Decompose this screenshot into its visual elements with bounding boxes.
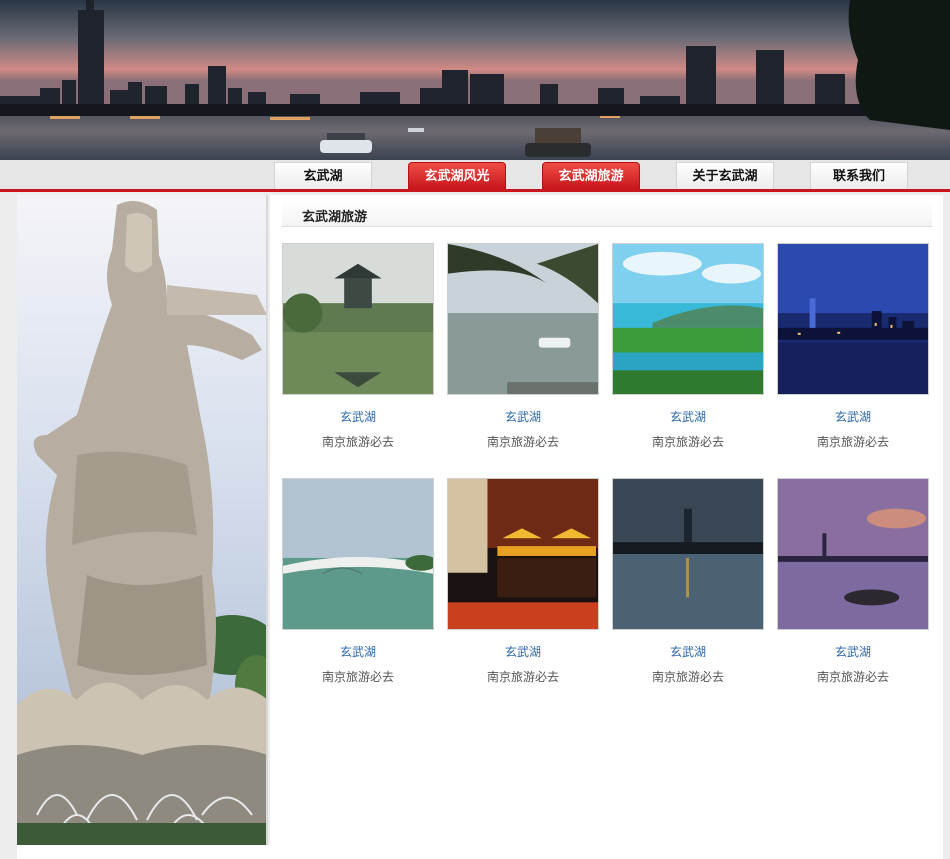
section-title: 玄武湖旅游 (302, 210, 368, 225)
side-statue-image (17, 195, 268, 845)
card-subtitle: 南京旅游必去 (321, 670, 394, 684)
card-title[interactable]: 玄武湖 (447, 643, 599, 660)
gallery-card[interactable]: 玄武湖 南京旅游必去 (612, 478, 764, 685)
card-title[interactable]: 玄武湖 (282, 408, 434, 425)
green-island-thumbnail[interactable] (612, 243, 764, 395)
dusk-lake-thumbnail[interactable] (612, 478, 764, 630)
nav-item-scenery[interactable]: 玄武湖风光 (408, 162, 506, 189)
nav-item-travel[interactable]: 玄武湖旅游 (542, 162, 640, 189)
pavilion-lake-thumbnail[interactable] (282, 243, 434, 395)
card-subtitle: 南京旅游必去 (816, 670, 889, 684)
footer-strip (17, 845, 943, 859)
main-content: 玄武湖旅游 玄武湖 南京旅游必去 玄武湖 南京旅游必去 玄武湖 南京旅游必去 玄… (270, 195, 943, 845)
header-banner (0, 0, 950, 160)
lit-gate-thumbnail[interactable] (447, 478, 599, 630)
card-subtitle: 南京旅游必去 (651, 435, 724, 449)
gallery-card[interactable]: 玄武湖 南京旅游必去 (447, 243, 599, 450)
card-subtitle: 南京旅游必去 (651, 670, 724, 684)
main-nav-bar: 玄武湖 玄武湖风光 玄武湖旅游 关于玄武湖 联系我们 (0, 160, 950, 189)
gallery-card[interactable]: 玄武湖 南京旅游必去 (282, 243, 434, 450)
card-title[interactable]: 玄武湖 (447, 408, 599, 425)
nav-item-home[interactable]: 玄武湖 (274, 162, 372, 189)
nav-item-about[interactable]: 关于玄武湖 (676, 162, 774, 189)
gallery-card[interactable]: 玄武湖 南京旅游必去 (447, 478, 599, 685)
gallery-card[interactable]: 玄武湖 南京旅游必去 (612, 243, 764, 450)
card-subtitle: 南京旅游必去 (816, 435, 889, 449)
gallery-card[interactable]: 玄武湖 南京旅游必去 (777, 243, 929, 450)
night-skyline-thumbnail[interactable] (777, 243, 929, 395)
card-subtitle: 南京旅游必去 (486, 435, 559, 449)
purple-sunset-thumbnail[interactable] (777, 478, 929, 630)
card-title[interactable]: 玄武湖 (777, 643, 929, 660)
card-title[interactable]: 玄武湖 (612, 643, 764, 660)
card-subtitle: 南京旅游必去 (321, 435, 394, 449)
card-title[interactable]: 玄武湖 (777, 408, 929, 425)
bridge-lake-thumbnail[interactable] (282, 478, 434, 630)
city-lake-skyline-image (0, 0, 950, 160)
gallery-card[interactable]: 玄武湖 南京旅游必去 (777, 478, 929, 685)
card-title[interactable]: 玄武湖 (282, 643, 434, 660)
nav-item-contact[interactable]: 联系我们 (810, 162, 908, 189)
section-header: 玄武湖旅游 (282, 200, 932, 227)
card-subtitle: 南京旅游必去 (486, 670, 559, 684)
gallery-card[interactable]: 玄武湖 南京旅游必去 (282, 478, 434, 685)
boat-lake-thumbnail[interactable] (447, 243, 599, 395)
card-title[interactable]: 玄武湖 (612, 408, 764, 425)
